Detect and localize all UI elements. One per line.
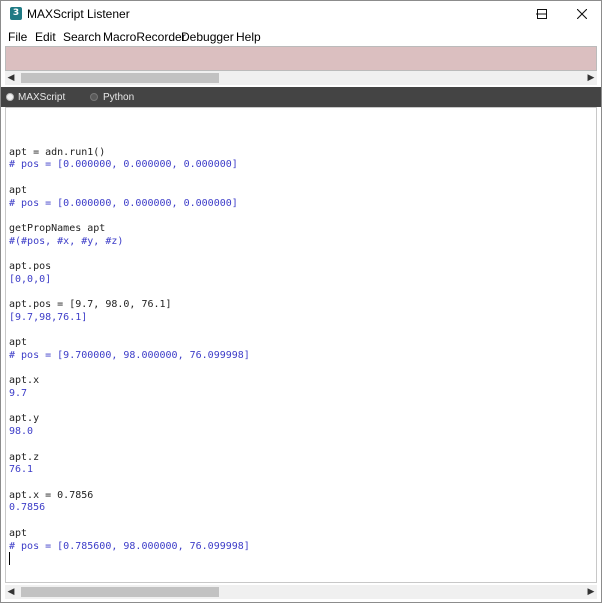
menu-help[interactable]: Help <box>236 30 261 44</box>
listener-input-line: ​ <box>9 210 250 223</box>
scroll-right-icon[interactable]: ▶ <box>585 71 597 85</box>
maximize-button-wrap[interactable] <box>522 1 562 27</box>
listener-input-line: apt <box>9 337 28 349</box>
listener-output-line: # pos = [0.785600, 98.000000, 76.099998] <box>9 540 250 552</box>
menu-edit[interactable]: Edit <box>35 30 56 44</box>
listener-output-line: 0.7856 <box>9 502 46 514</box>
maximize-icon <box>537 9 547 19</box>
scrollbar-thumb[interactable] <box>21 587 219 597</box>
listener-input-line: apt <box>9 527 28 539</box>
listener-text: ​apt = adn.run1()# pos = [0.000000, 0.00… <box>9 134 250 553</box>
listener-output-line: # pos = [0.000000, 0.000000, 0.000000] <box>9 197 238 209</box>
listener-output-line: # pos = [9.700000, 98.000000, 76.099998] <box>9 349 250 361</box>
python-radio-icon[interactable] <box>90 93 98 101</box>
listener-input-line: apt.pos <box>9 261 52 273</box>
listener-input-line: ​ <box>9 477 250 490</box>
listener-input-line: apt.z <box>9 451 40 463</box>
listener-input-line: ​ <box>9 439 250 452</box>
listener-output-line: #(#pos, #x, #y, #z) <box>9 235 124 247</box>
tab-maxscript[interactable]: MAXScript <box>18 92 65 103</box>
menu-macrorecorder[interactable]: MacroRecorder <box>103 30 186 44</box>
menu-bar: File Edit Search MacroRecorder Debugger … <box>1 28 601 46</box>
listener-output-line: # pos = [0.000000, 0.000000, 0.000000] <box>9 159 238 171</box>
menu-debugger[interactable]: Debugger <box>181 30 234 44</box>
listener-input-line: apt.pos = [9.7, 98.0, 76.1] <box>9 299 172 311</box>
listener-input-line: apt.y <box>9 413 40 425</box>
maxscript-listener-window: 3 MAXScript Listener File Edit Search Ma… <box>0 0 602 603</box>
listener-output-line: 9.7 <box>9 388 28 400</box>
listener-input-line: ​ <box>9 286 250 299</box>
scroll-left-icon[interactable]: ◀ <box>5 585 17 599</box>
tab-python[interactable]: Python <box>103 92 134 103</box>
maxscript-radio-icon[interactable] <box>6 93 14 101</box>
close-button[interactable] <box>562 1 601 27</box>
top-horizontal-scrollbar[interactable]: ◀ ▶ <box>5 71 597 85</box>
listener-input-line: getPropNames apt <box>9 222 106 234</box>
bottom-horizontal-scrollbar[interactable]: ◀ ▶ <box>5 585 597 599</box>
menu-search[interactable]: Search <box>63 30 101 44</box>
language-tab-bar: MAXScript Python <box>1 87 601 107</box>
window-title: MAXScript Listener <box>27 7 130 21</box>
listener-input-line: ​ <box>9 363 250 376</box>
listener-input-line: ​ <box>9 515 250 528</box>
listener-input-line: ​ <box>9 134 250 147</box>
3dsmax-app-icon: 3 <box>10 7 22 20</box>
scroll-right-icon[interactable]: ▶ <box>585 585 597 599</box>
listener-output-line: [0,0,0] <box>9 273 52 285</box>
listener-output-line: [9.7,98,76.1] <box>9 311 88 323</box>
macro-recorder-pane[interactable] <box>5 46 597 71</box>
text-caret <box>9 552 10 565</box>
scroll-left-icon[interactable]: ◀ <box>5 71 17 85</box>
menu-file[interactable]: File <box>8 30 27 44</box>
listener-input-line: apt <box>9 184 28 196</box>
listener-input-line: apt = adn.run1() <box>9 146 106 158</box>
listener-input-line: ​ <box>9 325 250 338</box>
listener-input-line: apt.x = 0.7856 <box>9 489 94 501</box>
listener-input-line: ​ <box>9 248 250 261</box>
listener-input-line: apt.x <box>9 375 40 387</box>
listener-input-line: ​ <box>9 172 250 185</box>
listener-output-line: 98.0 <box>9 426 34 438</box>
close-icon <box>577 9 587 19</box>
listener-output-area[interactable]: ​apt = adn.run1()# pos = [0.000000, 0.00… <box>5 107 597 583</box>
scrollbar-thumb[interactable] <box>21 73 219 83</box>
title-bar: 3 MAXScript Listener <box>1 1 601 27</box>
listener-output-line: 76.1 <box>9 464 34 476</box>
listener-input-line: ​ <box>9 401 250 414</box>
